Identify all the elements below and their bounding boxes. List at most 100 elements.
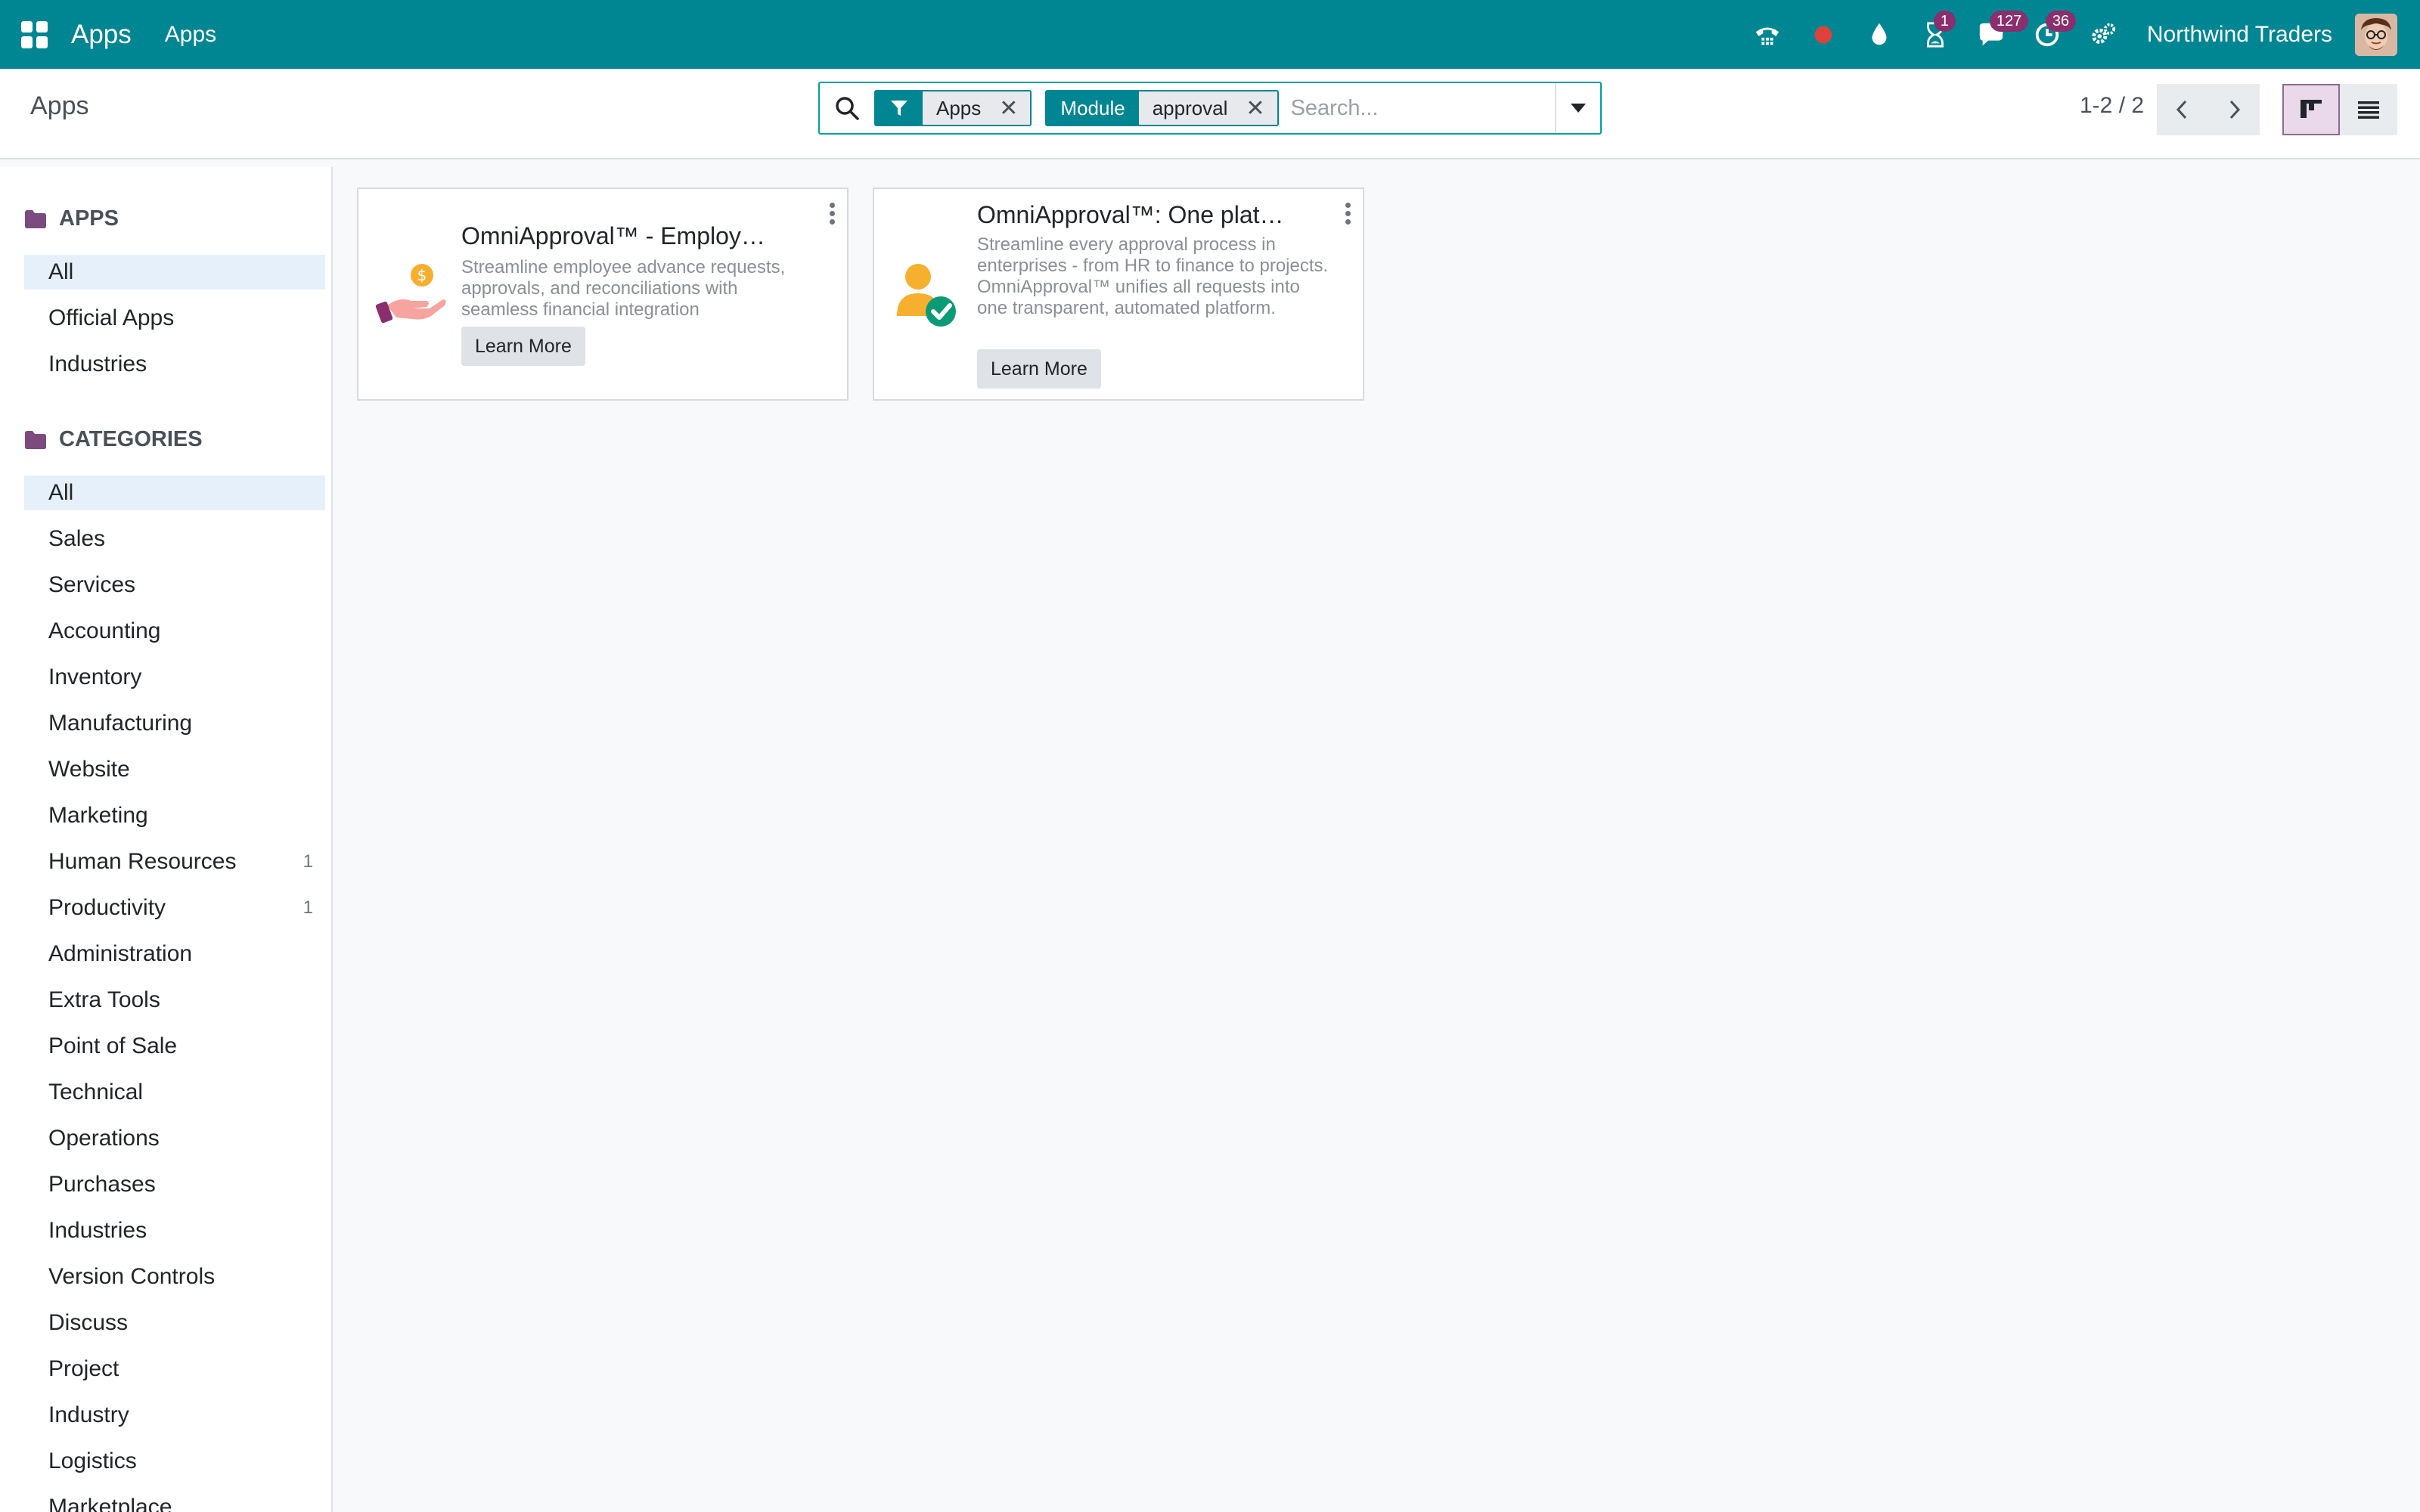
sidebar-item-category[interactable]: Website — [24, 752, 325, 787]
pager-next-button[interactable] — [2208, 84, 2260, 135]
sidebar-item-category[interactable]: Point of Sale — [24, 1029, 325, 1064]
clock-icon[interactable]: 36 — [2032, 10, 2077, 50]
sidebar-item-category[interactable]: Discuss — [24, 1306, 325, 1340]
facet-module: Module approval ✕ — [1045, 90, 1279, 126]
chevron-right-icon — [2229, 100, 2241, 119]
sidebar-item-label: All — [48, 480, 74, 505]
sidebar-item-category[interactable]: Operations — [24, 1121, 325, 1156]
sidebar-item-category[interactable]: Sales — [24, 522, 325, 556]
sidebar-item-label: Human Resources — [48, 849, 237, 874]
control-panel: Apps Apps ✕ Module approval ✕ 1-2 / 2 — [0, 69, 2420, 160]
app-card-title[interactable]: OmniApproval™: One plat… — [977, 201, 1333, 229]
sidebar-item-count: 1 — [302, 851, 313, 872]
sidebar-item-category[interactable]: Project — [24, 1352, 325, 1387]
folder-icon — [25, 430, 46, 449]
sidebar-item-industries[interactable]: Industries — [24, 347, 325, 382]
user-avatar[interactable] — [2355, 13, 2397, 56]
hand-coin-icon: $ — [375, 264, 446, 324]
app-card-description: Streamline employee advance requests, ap… — [461, 257, 786, 320]
facet-filter: Apps ✕ — [874, 90, 1032, 126]
sidebar-item-category[interactable]: Technical — [24, 1075, 325, 1110]
sidebar-item-label: Version Controls — [48, 1264, 216, 1289]
sidebar-item-label: Productivity — [48, 895, 166, 920]
sidebar-item-label: Marketing — [48, 803, 148, 828]
sidebar-item-category[interactable]: Industries — [24, 1213, 325, 1248]
phone-icon[interactable] — [1752, 20, 1782, 50]
sidebar-item-category[interactable]: Manufacturing — [24, 706, 325, 741]
sidebar-item-category[interactable]: Purchases — [24, 1167, 325, 1202]
list-view-icon — [2358, 101, 2379, 119]
sidebar-item-category[interactable]: Version Controls — [24, 1259, 325, 1294]
caret-down-icon — [1571, 104, 1586, 113]
sidebar-item-label: Industries — [48, 352, 147, 376]
learn-more-button[interactable]: Learn More — [977, 349, 1101, 389]
sidebar-item-category[interactable]: Industry — [24, 1398, 325, 1433]
pager-previous-button[interactable] — [2157, 84, 2208, 135]
sidebar-item-category[interactable]: Human Resources 1 — [24, 844, 325, 879]
sidebar-item-apps-all[interactable]: All — [24, 255, 325, 290]
systray: 1 127 36 Northwind Traders — [1727, 0, 2397, 69]
list-view-button[interactable] — [2340, 84, 2397, 135]
company-switcher[interactable]: Northwind Traders — [2147, 22, 2332, 48]
sidebar-item-label: Administration — [48, 941, 193, 966]
facet-module-remove-icon[interactable]: ✕ — [1235, 91, 1277, 125]
sidebar-item-label: Logistics — [48, 1448, 137, 1473]
sidebar-item-label: Operations — [48, 1126, 160, 1151]
sidebar-item-label: Point of Sale — [48, 1033, 178, 1058]
pager-value[interactable]: 1-2 / 2 — [2080, 93, 2144, 119]
sidebar-item-category[interactable]: Marketing — [24, 798, 325, 833]
sidebar-item-category[interactable]: Inventory — [24, 660, 325, 695]
sidebar-item-category[interactable]: Accounting — [24, 614, 325, 649]
sidebar-item-label: Extra Tools — [48, 987, 160, 1012]
facet-module-label: Module — [1047, 91, 1139, 125]
search-bar[interactable]: Apps ✕ Module approval ✕ — [818, 82, 1602, 135]
chat-icon[interactable]: 127 — [1976, 10, 2029, 50]
sidebar-item-label: Purchases — [48, 1172, 156, 1197]
card-menu-icon[interactable] — [1343, 203, 1352, 225]
sidebar-item-category[interactable]: Administration — [24, 937, 325, 971]
user-check-icon — [897, 264, 956, 327]
search-panel-sidebar: APPS All Official Apps Industries CATEGO… — [0, 167, 333, 1512]
folder-icon — [25, 209, 46, 228]
drop-icon[interactable] — [1864, 20, 1894, 50]
sidebar-item-category[interactable]: Marketplace — [24, 1490, 325, 1512]
sidebar-item-label: Official Apps — [48, 305, 175, 330]
sidebar-item-label: Services — [48, 572, 136, 597]
app-card[interactable]: OmniApproval™: One plat… Streamline ever… — [873, 187, 1364, 401]
settings-icon[interactable] — [2088, 20, 2118, 50]
sidebar-item-category[interactable]: Logistics — [24, 1444, 325, 1479]
sidebar-item-official-apps[interactable]: Official Apps — [24, 301, 325, 336]
sidebar-item-category[interactable]: Services — [24, 568, 325, 603]
sidebar-item-label: Marketplace — [48, 1495, 172, 1512]
chevron-left-icon — [2176, 100, 2187, 119]
kanban-view-button[interactable] — [2282, 84, 2340, 135]
sidebar-item-category[interactable]: All — [24, 476, 325, 510]
app-brand[interactable]: Apps — [71, 20, 132, 50]
app-card[interactable]: $ OmniApproval™ - Employ… Streamline emp… — [357, 187, 849, 401]
sidebar-item-label: Manufacturing — [48, 711, 193, 736]
sidebar-item-category[interactable]: Productivity 1 — [24, 891, 325, 925]
app-switcher-icon[interactable] — [21, 20, 48, 48]
facet-filter-value: Apps — [923, 91, 989, 125]
recording-dot-icon[interactable] — [1808, 20, 1838, 50]
apps-section-title: APPS — [59, 206, 119, 231]
sidebar-item-label: Industry — [48, 1402, 129, 1427]
top-navbar: Apps Apps 1 127 36 Northwind Traders — [0, 0, 2420, 69]
search-input[interactable] — [1290, 95, 1563, 121]
categories-section-header: CATEGORIES — [24, 427, 203, 452]
card-menu-icon[interactable] — [827, 203, 836, 225]
hourglass-icon[interactable]: 1 — [1920, 10, 1956, 50]
sidebar-item-category[interactable]: Extra Tools — [24, 983, 325, 1018]
app-card-title[interactable]: OmniApproval™ - Employ… — [461, 222, 817, 250]
menu-apps[interactable]: Apps — [165, 22, 216, 48]
facet-filter-remove-icon[interactable]: ✕ — [988, 91, 1031, 125]
facet-module-value: approval — [1138, 91, 1236, 125]
learn-more-button[interactable]: Learn More — [461, 327, 585, 366]
apps-section-header: APPS — [24, 206, 119, 231]
sidebar-item-count: 1 — [302, 897, 313, 918]
sidebar-item-label: Sales — [48, 526, 106, 551]
search-icon[interactable] — [833, 94, 861, 122]
search-options-toggle[interactable] — [1555, 83, 1600, 133]
sidebar-item-label: Inventory — [48, 665, 142, 689]
activity-badge: 1 — [1933, 10, 1956, 32]
